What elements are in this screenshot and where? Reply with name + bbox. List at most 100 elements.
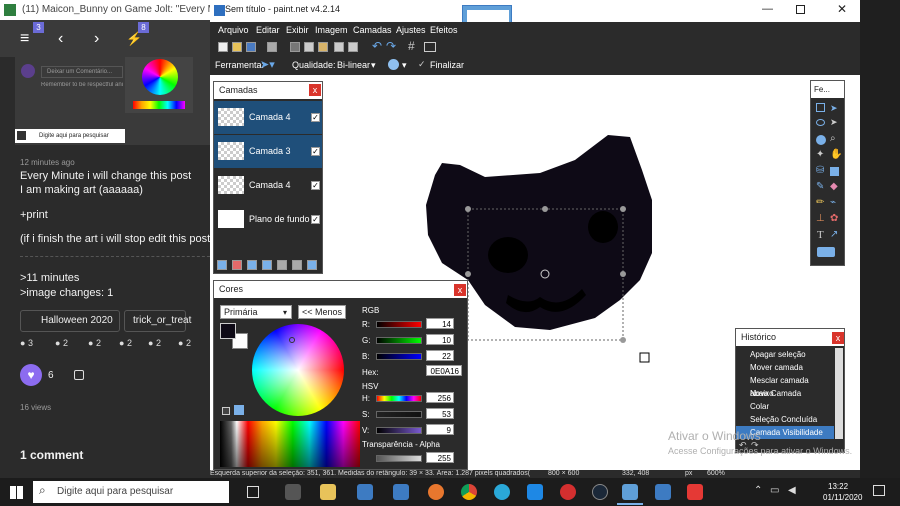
paint-bucket-icon[interactable]: ⛁ bbox=[816, 165, 824, 176]
color-mode-select[interactable]: Primária ▾ bbox=[220, 305, 292, 319]
save-icon[interactable] bbox=[246, 42, 256, 52]
g-input[interactable]: 10 bbox=[426, 334, 454, 345]
game-app-icon[interactable] bbox=[560, 484, 576, 500]
menu-ajustes[interactable]: Ajustes bbox=[396, 22, 426, 39]
colors-close-button[interactable]: x bbox=[454, 284, 466, 296]
open-icon[interactable] bbox=[232, 42, 242, 52]
comment-icon[interactable] bbox=[74, 370, 84, 380]
menu-editar[interactable]: Editar bbox=[256, 22, 280, 39]
clone-stamp-icon[interactable]: ⊥ bbox=[816, 213, 825, 224]
layers-close-button[interactable]: x bbox=[309, 84, 321, 96]
menu-camadas[interactable]: Camadas bbox=[353, 22, 392, 39]
edge-icon[interactable] bbox=[494, 484, 510, 500]
firefox-icon[interactable] bbox=[428, 484, 444, 500]
roblox-icon[interactable] bbox=[687, 484, 703, 500]
duplicate-layer-icon[interactable] bbox=[247, 260, 257, 270]
reaction-5[interactable]: ● 2 bbox=[148, 338, 161, 348]
hex-input[interactable]: 0E0A16 bbox=[426, 365, 462, 376]
reaction-3[interactable]: ● 2 bbox=[88, 338, 101, 348]
layer-visibility-checkbox[interactable]: ✓ bbox=[311, 147, 320, 156]
cut-icon[interactable] bbox=[290, 42, 300, 52]
reaction-1[interactable]: ● 3 bbox=[20, 338, 33, 348]
quality-chevron-icon[interactable]: ▾ bbox=[371, 60, 376, 71]
s-input[interactable]: 53 bbox=[426, 408, 454, 419]
pencil-icon[interactable]: ✏ bbox=[816, 197, 824, 208]
ellipse-select-icon[interactable] bbox=[816, 135, 826, 145]
status-unit[interactable]: px bbox=[685, 470, 692, 478]
alpha-slider[interactable] bbox=[376, 455, 422, 462]
color-picker-icon[interactable]: ⌁ bbox=[830, 197, 836, 208]
chrome-icon[interactable] bbox=[461, 484, 477, 500]
layer-row[interactable]: Camada 4 ✓ bbox=[214, 169, 322, 202]
roblox-studio-icon[interactable] bbox=[655, 484, 671, 500]
steam-icon[interactable] bbox=[592, 484, 608, 500]
calculator-icon[interactable] bbox=[285, 484, 301, 500]
less-button[interactable]: << Menos bbox=[298, 305, 346, 319]
crop-icon[interactable] bbox=[334, 42, 344, 52]
menu-icon[interactable]: ≡ bbox=[20, 20, 29, 57]
browser-tab-title[interactable]: (11) Maicon_Bunny on Game Jolt: "Every M… bbox=[0, 0, 215, 20]
pan-icon[interactable]: ✋ bbox=[830, 149, 842, 160]
lasso-icon[interactable] bbox=[816, 119, 825, 126]
deselect-icon[interactable] bbox=[348, 42, 358, 52]
tray-chevron-icon[interactable]: ⌃ bbox=[754, 485, 762, 496]
layer-visibility-checkbox[interactable]: ✓ bbox=[311, 181, 320, 190]
reaction-2[interactable]: ● 2 bbox=[55, 338, 68, 348]
print-icon[interactable] bbox=[267, 42, 277, 52]
finalize-check-icon[interactable]: ✓ bbox=[418, 59, 426, 70]
layer-visibility-checkbox[interactable]: ✓ bbox=[311, 113, 320, 122]
history-item[interactable]: Mesclar camada abaixo bbox=[736, 374, 834, 398]
history-close-button[interactable]: x bbox=[832, 332, 844, 344]
menu-arquivo[interactable]: Arquivo bbox=[218, 22, 249, 39]
history-item[interactable]: Apagar seleção bbox=[736, 348, 834, 361]
menu-efeitos[interactable]: Efeitos bbox=[430, 22, 458, 39]
taskbar-date[interactable]: 01/11/2020 bbox=[823, 493, 862, 502]
history-item[interactable]: Seleção Concluída bbox=[736, 413, 834, 426]
move-down-icon[interactable] bbox=[292, 260, 302, 270]
primary-color-swatch[interactable] bbox=[220, 323, 236, 339]
blend-mode-icon[interactable] bbox=[388, 59, 399, 70]
history-item[interactable]: Mover camada bbox=[736, 361, 834, 374]
color-palette[interactable] bbox=[220, 421, 360, 467]
volume-icon[interactable]: ◀ bbox=[788, 485, 796, 496]
layer-row[interactable]: Camada 3 ✓ bbox=[214, 135, 322, 168]
like-button[interactable]: ♥ bbox=[20, 364, 42, 386]
merge-down-icon[interactable] bbox=[262, 260, 272, 270]
new-image-icon[interactable] bbox=[218, 42, 228, 52]
redo-icon[interactable]: ↷ bbox=[386, 39, 396, 53]
quality-select[interactable]: Bi-linear bbox=[337, 60, 370, 70]
history-item[interactable]: Colar bbox=[736, 400, 834, 413]
line-curve-icon[interactable]: ↗ bbox=[830, 229, 838, 240]
taskbar-search[interactable]: ⌕ Digite aqui para pesquisar bbox=[33, 481, 229, 503]
store-icon[interactable] bbox=[357, 484, 373, 500]
h-slider[interactable] bbox=[376, 395, 422, 402]
tag-chip[interactable]: trick_or_treat bbox=[124, 310, 191, 332]
s-slider[interactable] bbox=[376, 411, 422, 418]
r-input[interactable]: 14 bbox=[426, 318, 454, 329]
maximize-button[interactable] bbox=[796, 5, 805, 14]
grid-icon[interactable]: # bbox=[408, 39, 415, 53]
network-icon[interactable]: ▭ bbox=[770, 485, 779, 496]
menu-imagem[interactable]: Imagem bbox=[315, 22, 348, 39]
alpha-input[interactable]: 255 bbox=[426, 452, 454, 463]
community-chip[interactable]: Halloween 2020 bbox=[20, 310, 120, 332]
zoom-icon[interactable]: ⌕ bbox=[830, 133, 836, 144]
b-slider[interactable] bbox=[376, 353, 422, 360]
move-tool-icon[interactable]: ➤▾ bbox=[260, 58, 275, 71]
paste-icon[interactable] bbox=[318, 42, 328, 52]
paintbrush-icon[interactable]: ✎ bbox=[816, 181, 824, 192]
explorer-icon[interactable] bbox=[320, 484, 336, 500]
history-item[interactable]: Nova Camada bbox=[736, 387, 834, 400]
start-windows-icon[interactable] bbox=[10, 486, 23, 499]
undo-icon[interactable]: ↶ bbox=[372, 39, 382, 53]
layer-properties-icon[interactable] bbox=[307, 260, 317, 270]
taskbar-time[interactable]: 13:22 bbox=[828, 482, 848, 491]
layer-visibility-checkbox[interactable]: ✓ bbox=[311, 215, 320, 224]
post-image-thumbnail[interactable]: Deixar um Comentário... Remember to be r… bbox=[15, 57, 215, 145]
blend-chevron-icon[interactable]: ▾ bbox=[402, 60, 407, 71]
g-slider[interactable] bbox=[376, 337, 422, 344]
gradient-icon[interactable] bbox=[830, 167, 839, 176]
finalize-button[interactable]: Finalizar bbox=[430, 60, 464, 70]
v-slider[interactable] bbox=[376, 427, 422, 434]
close-window-button[interactable]: ✕ bbox=[837, 2, 847, 16]
